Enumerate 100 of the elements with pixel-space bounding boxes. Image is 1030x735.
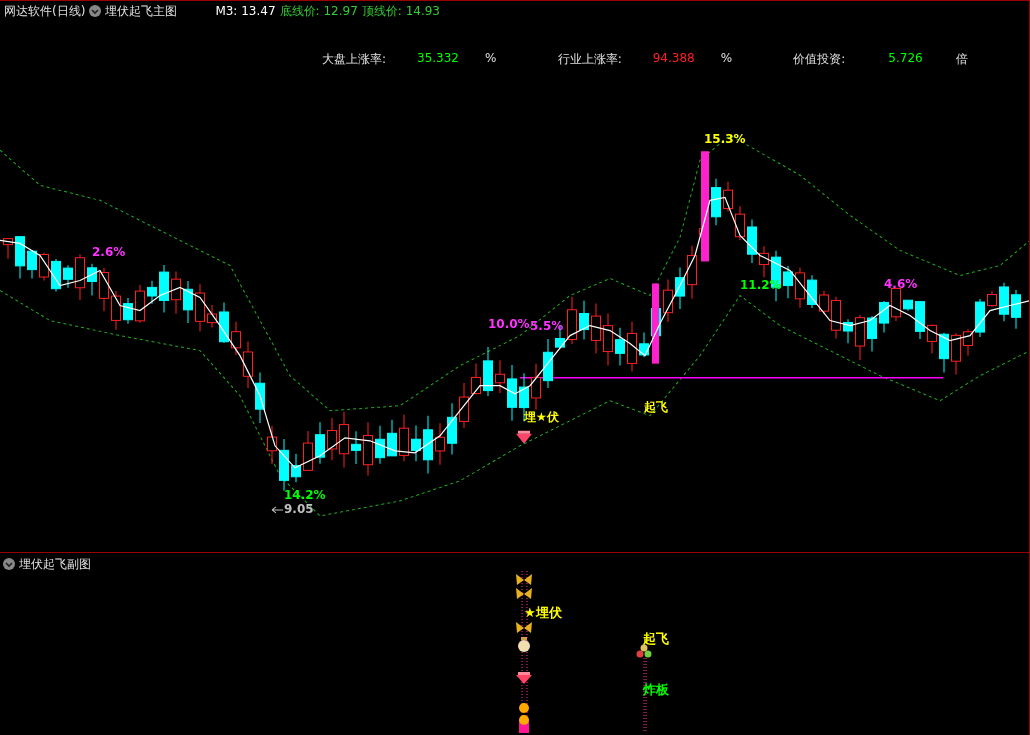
chart-annotation: 11.2%	[740, 278, 782, 293]
candle	[171, 270, 181, 315]
butterfly-icon	[516, 574, 532, 585]
candle	[87, 263, 97, 296]
candle	[879, 300, 889, 334]
candle	[951, 332, 961, 375]
chart-annotation: 9.05	[284, 501, 314, 516]
candle	[327, 417, 337, 461]
candle	[819, 290, 829, 315]
chart-annotation: 15.3%	[704, 132, 746, 147]
candle	[627, 321, 637, 372]
chart-annotation: 14.2%	[284, 487, 326, 502]
candle	[471, 362, 481, 395]
stat-unit: %	[485, 51, 497, 67]
candle	[315, 421, 325, 465]
candle	[3, 238, 13, 260]
stat-label: 价值投资:	[793, 51, 847, 68]
candle	[927, 324, 937, 354]
candle	[531, 363, 541, 411]
candle	[423, 415, 433, 474]
candle	[147, 280, 157, 305]
gem-icon	[516, 672, 532, 684]
candle	[339, 411, 349, 468]
candle	[435, 422, 445, 466]
candle	[543, 338, 553, 389]
candle	[783, 265, 793, 299]
candle	[567, 296, 577, 345]
chart-annotation: 埋★伏	[524, 409, 559, 424]
candle	[855, 314, 865, 361]
dropdown-icon[interactable]	[89, 5, 102, 17]
candle	[291, 453, 301, 483]
ball-cluster-icon	[636, 644, 652, 658]
candle	[111, 290, 121, 331]
stat-unit: %	[720, 51, 733, 67]
signal-label: 炸板	[643, 682, 669, 697]
indicator-title[interactable]: 埋伏起飞主图	[105, 2, 178, 20]
signal-label: ★埋伏	[524, 605, 562, 620]
candle	[987, 290, 997, 308]
candle	[579, 300, 589, 340]
sub-chart-title[interactable]: 埋伏起飞副图	[19, 555, 91, 573]
candle	[711, 178, 721, 226]
candle	[759, 245, 769, 278]
candle	[495, 359, 505, 394]
stat-value: 35.332	[417, 51, 460, 67]
candle	[159, 264, 169, 313]
candle	[351, 430, 361, 465]
candle	[195, 283, 205, 332]
stat-label: 行业上涨率:	[557, 51, 623, 68]
candle	[1011, 289, 1021, 330]
candle	[615, 327, 625, 366]
candle	[27, 249, 37, 279]
candle	[507, 364, 517, 422]
dropdown-icon[interactable]	[3, 558, 15, 570]
candle	[387, 419, 397, 457]
candle	[483, 346, 493, 397]
indicator-readout: 顶线价: 14.93	[361, 2, 440, 20]
candle	[267, 425, 277, 465]
candle	[219, 301, 229, 344]
candle	[603, 312, 613, 367]
candle	[891, 287, 901, 322]
candle	[123, 297, 133, 325]
candle	[903, 299, 913, 312]
candle	[831, 296, 841, 339]
candle	[51, 258, 61, 292]
candle	[375, 425, 385, 465]
butterfly-icon	[516, 588, 532, 599]
signal-label: 起飞	[643, 631, 669, 646]
candle	[963, 328, 973, 357]
software-title: 网达软件(日线)	[4, 2, 86, 20]
candle	[735, 205, 745, 241]
candle	[459, 382, 469, 429]
indicator-readout: 底线价: 12.97	[279, 2, 358, 20]
candle	[75, 253, 85, 301]
chart-annotation: 5.5%	[530, 318, 564, 333]
stat-value: 94.388	[652, 51, 696, 67]
candle	[975, 298, 985, 338]
stat-value: 5.726	[888, 51, 924, 67]
candle	[843, 318, 853, 344]
candle	[591, 303, 601, 355]
candle	[999, 282, 1009, 322]
candle	[639, 332, 649, 358]
chart-annotation: 起飞	[644, 399, 668, 414]
candle	[303, 430, 313, 472]
candle	[915, 300, 925, 340]
candle	[867, 315, 877, 353]
indicator-readout: M3: 13.47	[215, 4, 276, 18]
stat-label: 大盘上涨率:	[322, 51, 388, 68]
arrow-icon	[271, 506, 284, 514]
candle	[411, 424, 421, 462]
candle	[255, 372, 265, 424]
chart-annotation: 2.6%	[92, 245, 126, 260]
gem-icon	[516, 430, 532, 444]
chart-annotation: 4.6%	[884, 277, 918, 292]
stat-unit: 倍	[956, 51, 969, 68]
candle	[939, 332, 949, 374]
candle	[675, 266, 685, 310]
candle	[807, 274, 817, 309]
candle	[231, 321, 241, 356]
candle	[39, 252, 49, 281]
candle	[99, 267, 109, 312]
